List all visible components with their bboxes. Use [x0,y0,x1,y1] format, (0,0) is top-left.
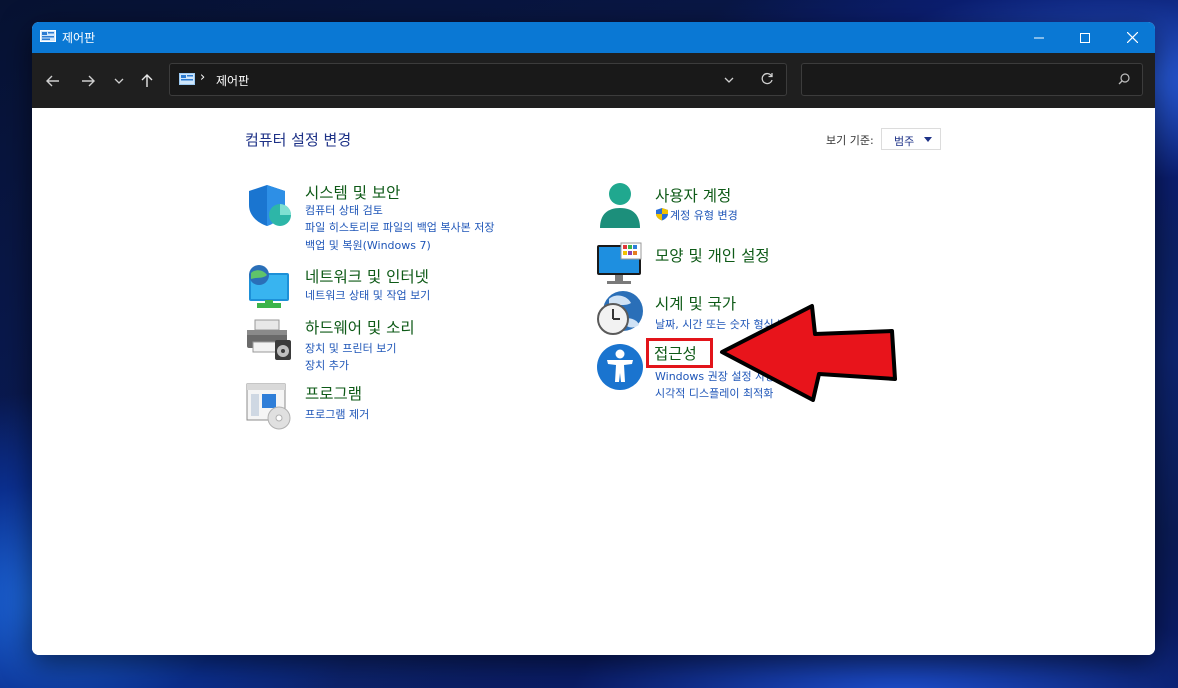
forward-button[interactable] [77,71,99,91]
window-title: 제어판 [62,31,96,45]
category-heading-appearance[interactable]: 모양 및 개인 설정 [655,244,770,266]
up-button[interactable] [136,71,158,91]
content-area: 컴퓨터 설정 변경 보기 기준: 범주 시스템 및 보안 컴퓨터 상태 검토 파… [32,108,1155,655]
link-add-device[interactable]: 장치 추가 [305,357,349,373]
maximize-icon [1080,32,1090,43]
link-review-status[interactable]: 컴퓨터 상태 검토 [305,202,383,218]
control-panel-icon [179,73,195,85]
search-input[interactable] [810,71,1114,91]
minimize-button[interactable] [1016,22,1062,53]
back-button[interactable] [42,71,64,91]
shield-icon[interactable] [245,181,293,229]
link-uninstall-program[interactable]: 프로그램 제거 [305,406,369,422]
title-bar[interactable]: 제어판 [32,22,1155,53]
user-icon[interactable] [595,182,643,230]
link-network-status[interactable]: 네트워크 상태 및 작업 보기 [305,287,430,303]
breadcrumb-separator[interactable]: › [200,70,205,85]
link-backup-restore[interactable]: 백업 및 복원(Windows 7) [305,237,431,253]
navigation-toolbar: › 제어판 [32,53,1155,108]
category-heading-hardware-sound[interactable]: 하드웨어 및 소리 [305,316,415,338]
maximize-button[interactable] [1062,22,1108,53]
refresh-icon[interactable] [760,72,774,86]
minimize-icon [1034,37,1044,38]
printer-icon[interactable] [245,316,293,364]
view-by-dropdown[interactable]: 범주 [881,128,941,150]
close-button[interactable] [1109,22,1155,53]
page-title: 컴퓨터 설정 변경 [245,131,352,149]
accessibility-icon[interactable] [595,342,643,390]
search-box[interactable] [801,63,1143,96]
chevron-down-icon[interactable] [724,73,734,87]
monitor-icon[interactable] [595,241,643,289]
link-change-account-type[interactable]: 계정 유형 변경 [670,207,738,223]
link-file-history[interactable]: 파일 히스토리로 파일의 백업 복사본 저장 [305,219,495,235]
control-panel-icon [40,30,56,42]
address-bar[interactable]: › 제어판 [169,63,787,96]
highlight-box [646,338,713,368]
category-heading-programs[interactable]: 프로그램 [305,382,362,404]
control-panel-window: 제어판 › 제어판 컴퓨터 설정 변경 보기 기준: 범주 시스템 및 보안 컴… [32,22,1155,655]
forward-icon [82,75,95,87]
back-icon [46,75,59,87]
caret-down-icon [924,137,932,142]
network-icon[interactable] [245,265,293,313]
up-arrow-icon [141,74,153,87]
chevron-down-icon [114,78,124,84]
breadcrumb-control-panel[interactable]: 제어판 [216,72,249,89]
clock-globe-icon[interactable] [595,289,643,337]
recent-locations-button[interactable] [108,71,130,91]
close-icon [1126,32,1138,43]
link-devices-printers[interactable]: 장치 및 프린터 보기 [305,340,396,356]
category-heading-user-accounts[interactable]: 사용자 계정 [655,184,731,206]
programs-icon[interactable] [245,382,293,430]
category-heading-system-security[interactable]: 시스템 및 보안 [305,181,400,203]
red-arrow-icon [720,304,897,402]
view-by-label: 보기 기준: [826,134,874,147]
view-by-value: 범주 [894,135,915,148]
uac-shield-icon [656,208,668,221]
category-heading-network-internet[interactable]: 네트워크 및 인터넷 [305,265,429,287]
search-icon [1118,73,1130,85]
